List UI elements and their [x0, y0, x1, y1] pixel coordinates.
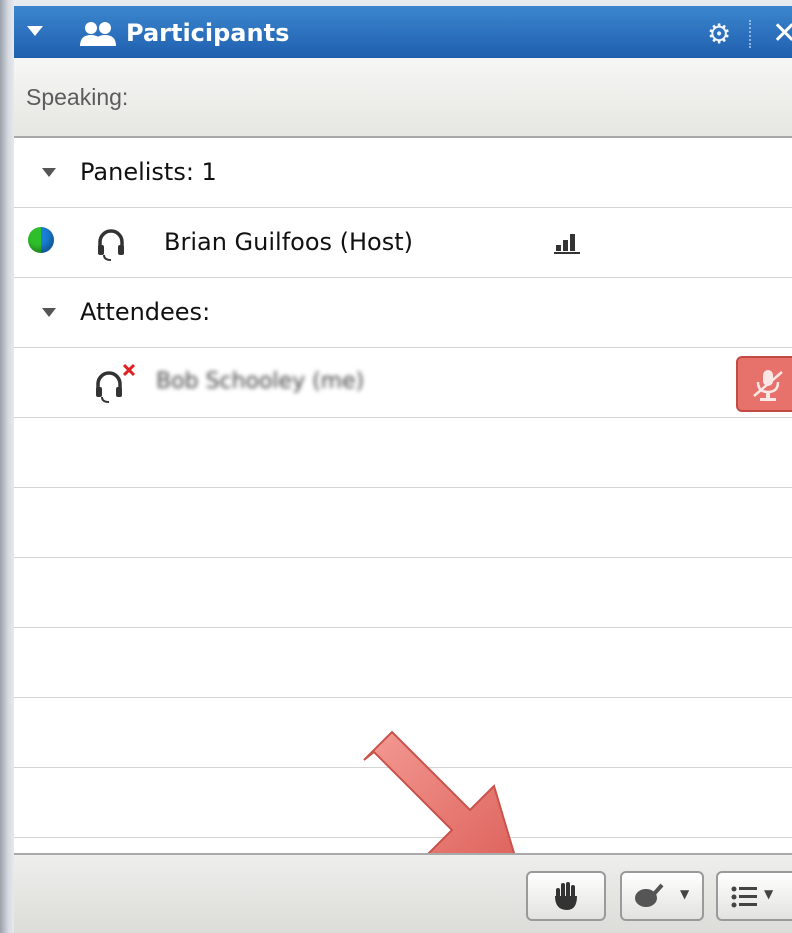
microphone-muted-icon — [753, 370, 783, 401]
feedback-dropdown-button[interactable]: ▼ — [620, 871, 704, 921]
headset-disconnected-icon — [96, 363, 136, 403]
chevron-down-icon[interactable] — [42, 168, 56, 177]
raise-hand-button[interactable] — [526, 871, 606, 921]
participants-icon — [80, 22, 116, 46]
chevron-down-icon: ▼ — [764, 887, 774, 901]
panel-title: Participants — [126, 19, 290, 47]
panelists-section-header[interactable]: Panelists: 1 — [14, 138, 792, 208]
hand-icon — [555, 882, 577, 910]
list-item[interactable]: Bob Schooley (me) — [14, 348, 792, 418]
attendees-label: Attendees: — [80, 298, 211, 326]
empty-row — [14, 628, 792, 698]
attendees-section-header[interactable]: Attendees: — [14, 278, 792, 348]
empty-row — [14, 558, 792, 628]
panel-titlebar: Participants ⚙ ✕ — [14, 0, 792, 58]
attendee-name: Bob Schooley (me) — [156, 369, 365, 394]
speaking-label: Speaking: — [26, 84, 129, 110]
headset-icon — [98, 229, 124, 261]
speaking-bar: Speaking: — [14, 58, 792, 138]
panelist-name: Brian Guilfoos (Host) — [164, 228, 414, 256]
window-left-edge — [0, 0, 14, 933]
panelists-label: Panelists: 1 — [80, 158, 217, 186]
checkmark-icon — [635, 883, 664, 907]
empty-row — [14, 418, 792, 488]
list-options-dropdown-button[interactable]: ▼ — [716, 871, 792, 921]
empty-row — [14, 488, 792, 558]
list-icon — [731, 886, 757, 908]
bottom-toolbar: ▼ ▼ — [14, 853, 792, 933]
gear-icon[interactable]: ⚙ — [707, 19, 731, 50]
collapse-panel-icon[interactable] — [26, 24, 44, 38]
titlebar-separator — [749, 20, 752, 48]
signal-strength-icon — [554, 234, 580, 254]
globe-icon — [28, 227, 54, 253]
close-icon[interactable]: ✕ — [772, 16, 792, 51]
chevron-down-icon: ▼ — [680, 887, 690, 901]
participants-panel: Participants ⚙ ✕ Speaking: Panelists: 1 … — [14, 0, 792, 933]
mute-button[interactable] — [736, 356, 792, 412]
list-item[interactable]: Brian Guilfoos (Host) — [14, 208, 792, 278]
chevron-down-icon[interactable] — [42, 308, 56, 317]
